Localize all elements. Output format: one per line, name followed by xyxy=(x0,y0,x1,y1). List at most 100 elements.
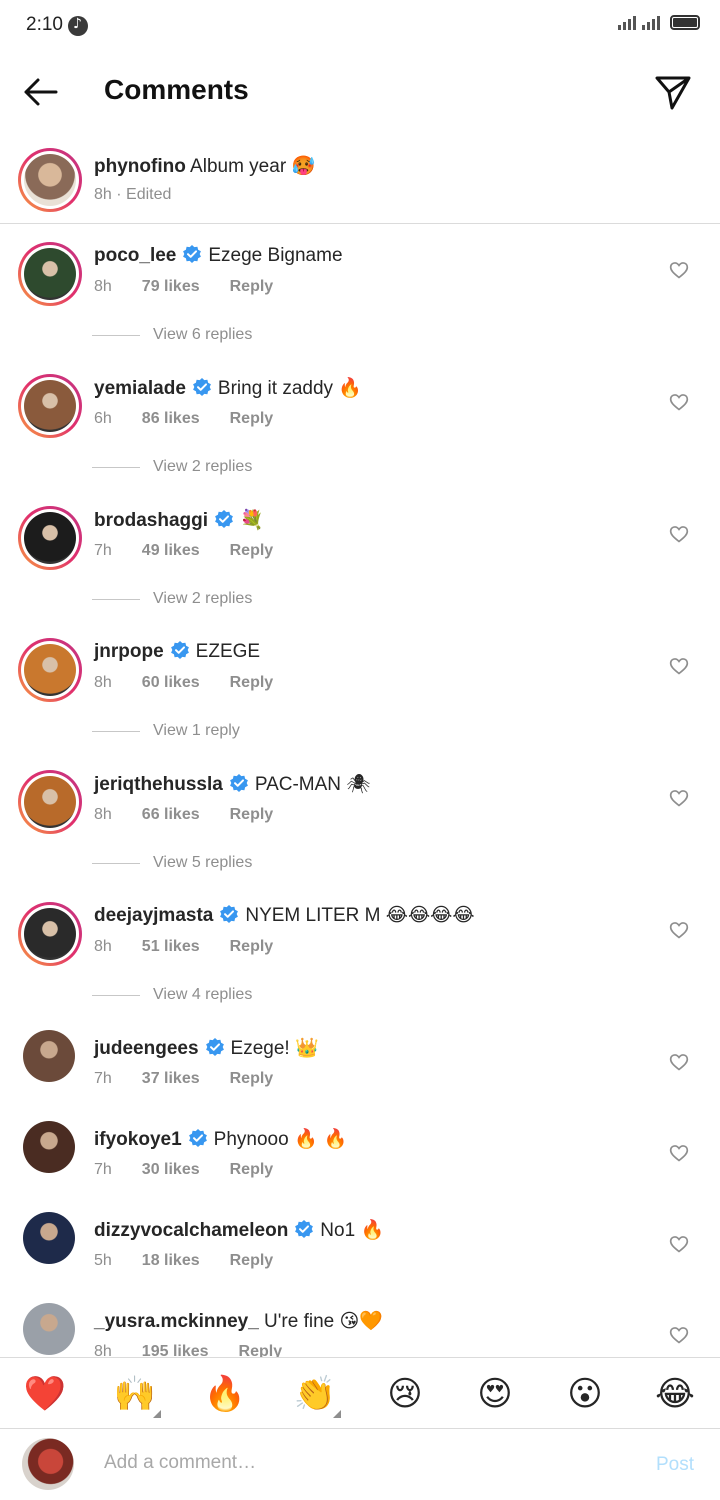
comment-likes[interactable]: 79 likes xyxy=(142,278,200,295)
comment-meta: 8h 51 likes Reply xyxy=(94,938,273,956)
comment-meta: 8h 66 likes Reply xyxy=(94,806,273,824)
reply-button[interactable]: Reply xyxy=(230,1252,274,1269)
view-replies-link[interactable]: View 4 replies xyxy=(92,986,252,1004)
back-arrow-icon[interactable] xyxy=(20,72,60,112)
like-heart-icon[interactable] xyxy=(669,1325,689,1345)
comment-input[interactable]: Add a comment… xyxy=(104,1452,256,1474)
comment-likes[interactable]: 37 likes xyxy=(142,1070,200,1087)
reply-button[interactable]: Reply xyxy=(230,410,274,427)
comment-meta: 8h 60 likes Reply xyxy=(94,674,273,692)
reaction-wow-button[interactable]: 😮 xyxy=(563,1372,607,1416)
comment-likes[interactable]: 49 likes xyxy=(142,542,200,559)
like-heart-icon[interactable] xyxy=(669,788,689,808)
verified-badge-icon xyxy=(295,1220,314,1238)
view-replies-link[interactable]: View 6 replies xyxy=(92,326,252,344)
comment-username[interactable]: yemialade xyxy=(94,378,186,399)
reply-button[interactable]: Reply xyxy=(230,1070,274,1087)
status-bar: 2:10 xyxy=(0,0,720,52)
comment-username[interactable]: judeengees xyxy=(94,1038,199,1059)
commenter-avatar[interactable] xyxy=(23,1121,75,1173)
comment-line: poco_lee Ezege Bigname xyxy=(94,244,343,267)
like-heart-icon[interactable] xyxy=(669,920,689,940)
comment-likes[interactable]: 30 likes xyxy=(142,1161,200,1178)
reply-button[interactable]: Reply xyxy=(230,806,274,823)
commenter-avatar[interactable] xyxy=(23,1030,75,1082)
comment-time: 8h xyxy=(94,674,112,691)
laughing-emoji-icon: 😂 xyxy=(655,1374,695,1414)
comment-likes[interactable]: 66 likes xyxy=(142,806,200,823)
caption-username[interactable]: phynofino xyxy=(94,156,186,177)
comment-username[interactable]: poco_lee xyxy=(94,245,176,266)
comment-username[interactable]: jnrpope xyxy=(94,641,164,662)
caption-avatar[interactable] xyxy=(18,148,82,212)
verified-badge-icon xyxy=(183,245,202,263)
view-replies-link[interactable]: View 5 replies xyxy=(92,854,252,872)
comment-composer: Add a comment… Post xyxy=(0,1430,720,1500)
reaction-heart-eyes-button[interactable]: 😍 xyxy=(473,1372,517,1416)
like-heart-icon[interactable] xyxy=(669,260,689,280)
verified-badge-icon xyxy=(205,1038,224,1056)
reply-button[interactable]: Reply xyxy=(230,674,274,691)
reply-button[interactable]: Reply xyxy=(230,1161,274,1178)
commenter-avatar[interactable] xyxy=(18,638,82,702)
like-heart-icon[interactable] xyxy=(669,656,689,676)
comment-line: jeriqthehussla PAC-MAN 🕷 xyxy=(94,772,370,796)
comment-meta: 6h 86 likes Reply xyxy=(94,410,273,428)
post-button[interactable]: Post xyxy=(656,1454,694,1476)
reaction-clapping-button[interactable]: 👏 xyxy=(293,1372,341,1418)
comment-username[interactable]: _yusra.mckinney_ xyxy=(94,1311,259,1332)
comment-text: No1 xyxy=(320,1220,356,1241)
reaction-fire-button[interactable]: 🔥 xyxy=(203,1372,247,1416)
wow-emoji-icon: 😮 xyxy=(567,1374,603,1414)
comment-time: 6h xyxy=(94,410,112,427)
reaction-laughing-button[interactable]: 😂 xyxy=(653,1372,697,1416)
commenter-avatar[interactable] xyxy=(18,242,82,306)
replies-divider xyxy=(92,466,140,468)
comment-meta: 7h 49 likes Reply xyxy=(94,542,273,560)
commenter-avatar[interactable] xyxy=(23,1303,75,1355)
send-icon[interactable] xyxy=(652,72,694,114)
comment-username[interactable]: ifyokoye1 xyxy=(94,1129,182,1150)
comment-username[interactable]: deejayjmasta xyxy=(94,905,213,926)
like-heart-icon[interactable] xyxy=(669,1234,689,1254)
view-replies-label: View 1 reply xyxy=(153,722,240,739)
commenter-avatar[interactable] xyxy=(18,770,82,834)
like-heart-icon[interactable] xyxy=(669,1052,689,1072)
commenter-avatar[interactable] xyxy=(23,1212,75,1264)
view-replies-link[interactable]: View 2 replies xyxy=(92,590,252,608)
skin-tone-indicator-icon xyxy=(333,1410,341,1418)
view-replies-link[interactable]: View 1 reply xyxy=(92,722,240,740)
like-heart-icon[interactable] xyxy=(669,1143,689,1163)
comment-line: jnrpope EZEGE xyxy=(94,640,260,663)
comment-meta: 5h 18 likes Reply xyxy=(94,1252,273,1270)
reply-button[interactable]: Reply xyxy=(230,938,274,955)
comment-likes[interactable]: 51 likes xyxy=(142,938,200,955)
comment-username[interactable]: dizzyvocalchameleon xyxy=(94,1220,288,1241)
comment-emoji: 😂😂😂😂 xyxy=(385,904,475,926)
reaction-crying-button[interactable]: 😢 xyxy=(383,1372,427,1416)
comment-text: Ezege! xyxy=(230,1038,290,1059)
commenter-avatar[interactable] xyxy=(18,506,82,570)
reaction-raising-hands-button[interactable]: 🙌 xyxy=(113,1372,161,1418)
comment-line: yemialade Bring it zaddy 🔥 xyxy=(94,376,362,400)
commenter-avatar[interactable] xyxy=(18,374,82,438)
comment-username[interactable]: jeriqthehussla xyxy=(94,774,223,795)
reaction-heart-button[interactable]: ❤️ xyxy=(23,1372,67,1416)
reply-button[interactable]: Reply xyxy=(230,278,274,295)
like-heart-icon[interactable] xyxy=(669,392,689,412)
view-replies-link[interactable]: View 2 replies xyxy=(92,458,252,476)
commenter-avatar[interactable] xyxy=(18,902,82,966)
caption-text: Album year xyxy=(190,156,287,177)
post-caption: phynofino Album year 🥵 8h · Edited xyxy=(0,136,720,224)
comment-username[interactable]: brodashaggi xyxy=(94,510,208,531)
comment-likes[interactable]: 18 likes xyxy=(142,1252,200,1269)
heart-eyes-emoji-icon: 😍 xyxy=(477,1374,513,1414)
comment-emoji: 👑 xyxy=(294,1037,319,1059)
signal-icon-2 xyxy=(642,14,660,30)
comment-meta: 7h 37 likes Reply xyxy=(94,1070,273,1088)
like-heart-icon[interactable] xyxy=(669,524,689,544)
reply-button[interactable]: Reply xyxy=(230,542,274,559)
comment-likes[interactable]: 60 likes xyxy=(142,674,200,691)
comment-emoji: 😘🧡 xyxy=(339,1310,383,1332)
comment-likes[interactable]: 86 likes xyxy=(142,410,200,427)
